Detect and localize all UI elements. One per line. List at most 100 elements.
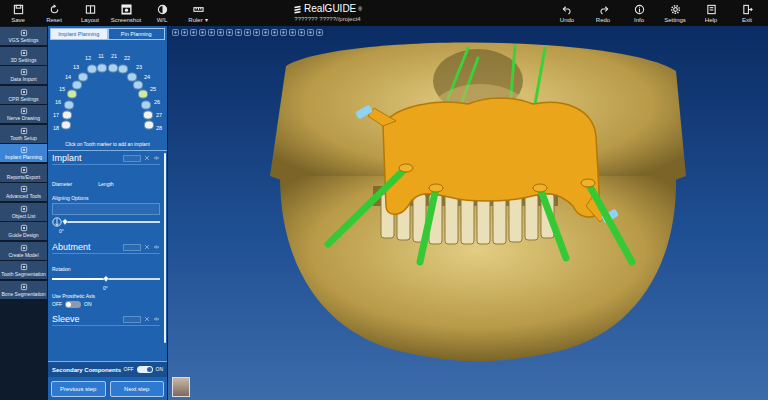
nav-item[interactable]: Reports/Export [0, 164, 47, 182]
view-tool-icon[interactable] [316, 29, 323, 36]
nav-item[interactable]: CPR Settings [0, 86, 47, 104]
tooth-number: 23 [136, 65, 142, 71]
tooth-marker[interactable] [62, 110, 72, 119]
aligning-button[interactable] [52, 203, 160, 215]
user-avatar-icon[interactable] [172, 377, 190, 397]
toggle-switch[interactable] [137, 366, 153, 373]
3d-viewport[interactable] [168, 26, 768, 400]
toolbar-button[interactable]: Undo [549, 0, 585, 26]
toolbar-button[interactable]: Layout [72, 0, 108, 26]
undo-icon [562, 4, 573, 15]
toolbar-button[interactable]: W/L [144, 0, 180, 26]
toolbar-label-row: Layout [81, 17, 99, 23]
disabled-button [123, 316, 141, 323]
tooth-marker[interactable] [67, 90, 77, 99]
view-tool-icon[interactable] [280, 29, 287, 36]
eye-icon[interactable] [153, 244, 160, 250]
view-tool-icon[interactable] [307, 29, 314, 36]
view-tool-icon[interactable] [181, 29, 188, 36]
toolbar-button[interactable]: Help [693, 0, 729, 26]
slider-track[interactable] [65, 221, 160, 223]
toolbar-button[interactable]: Exit [729, 0, 765, 26]
slider-knob-icon[interactable] [61, 217, 69, 227]
view-tool-icon[interactable] [226, 29, 233, 36]
nav-item[interactable]: Nerve Drawing [0, 105, 47, 123]
toolbar-button[interactable]: Settings [657, 0, 693, 26]
tooth-marker[interactable] [133, 80, 143, 89]
eye-icon[interactable] [153, 155, 160, 161]
nav-item[interactable]: Object List [0, 203, 47, 221]
view-tool-icon[interactable] [289, 29, 296, 36]
scrollbar-thumb[interactable] [164, 153, 166, 343]
toolbar-button[interactable]: Save [0, 0, 36, 26]
toolbar-label-row: Ruler▾ [188, 17, 207, 23]
tooth-marker[interactable] [64, 100, 74, 109]
close-icon[interactable] [144, 155, 150, 161]
nav-item[interactable]: Data Import [0, 66, 47, 84]
nav-item[interactable]: Create Model [0, 242, 47, 260]
nav-item[interactable]: VGS Settings [0, 27, 47, 45]
slider-track[interactable] [52, 278, 160, 280]
toolbar-button[interactable]: Screenshot [108, 0, 144, 26]
tooth-number: 18 [53, 126, 59, 132]
view-tool-icon[interactable] [217, 29, 224, 36]
view-tool-icon[interactable] [190, 29, 197, 36]
nav-item[interactable]: Advanced Tools [0, 183, 47, 201]
toolbar-button[interactable]: Redo [585, 0, 621, 26]
tooth-marker[interactable] [61, 121, 71, 130]
nav-item[interactable]: Implant Planning [0, 144, 47, 162]
nav-label: Tooth Setup [10, 136, 37, 141]
close-icon[interactable] [144, 244, 150, 250]
view-tool-icon[interactable] [244, 29, 251, 36]
tool-icon [20, 185, 28, 193]
toggle-switch[interactable] [65, 301, 81, 308]
nav-item[interactable]: Guide Design [0, 222, 47, 240]
toolbar-label: Redo [596, 17, 610, 23]
slider-reading-row: 0° [52, 286, 160, 293]
tooth-marker[interactable] [108, 63, 118, 72]
panel-tab[interactable]: Implant Planning [50, 28, 108, 40]
nav-label: Guide Design [8, 233, 38, 238]
tooth-marker[interactable] [118, 65, 128, 74]
tooth-number: 11 [98, 54, 104, 60]
slider-knob-icon[interactable] [102, 274, 110, 284]
view-tool-icon[interactable] [208, 29, 215, 36]
scrollbar[interactable] [163, 151, 167, 361]
section-buttons [123, 244, 160, 251]
project-title: ??????? ?????//project4 [294, 16, 360, 22]
nav-item[interactable]: Tooth Setup [0, 125, 47, 143]
view-tool-icon[interactable] [298, 29, 305, 36]
nav-item[interactable]: 3D Settings [0, 47, 47, 65]
view-tool-icon[interactable] [262, 29, 269, 36]
nav-label: Nerve Drawing [7, 116, 40, 121]
next-step-button[interactable]: Next step [110, 381, 165, 397]
toolbar-button[interactable]: Info [621, 0, 657, 26]
toolbar-button[interactable]: Ruler▾ [180, 0, 216, 26]
tooth-marker[interactable] [87, 65, 97, 74]
close-icon[interactable] [144, 316, 150, 322]
tooth-marker[interactable] [138, 90, 148, 99]
panel-tab[interactable]: Pin Planning [108, 28, 166, 40]
toolbar-label: Info [634, 17, 644, 23]
tooth-marker[interactable] [144, 121, 154, 130]
tooth-marker[interactable] [72, 80, 82, 89]
nav-item[interactable]: Bone Segmentation [0, 281, 47, 299]
view-tool-icon[interactable] [253, 29, 260, 36]
dropdown-arrow[interactable]: ▾ [205, 17, 208, 23]
tool-icon [20, 88, 28, 96]
previous-step-button[interactable]: Previous step [51, 381, 106, 397]
view-tool-icon[interactable] [271, 29, 278, 36]
view-tool-icon[interactable] [172, 29, 179, 36]
nav-label: Implant Planning [5, 155, 42, 160]
tooth-marker[interactable] [143, 110, 153, 119]
view-tool-icon[interactable] [199, 29, 206, 36]
toolbar-label: Screenshot [111, 17, 141, 23]
eye-icon[interactable] [153, 316, 160, 322]
tooth-marker[interactable] [141, 100, 151, 109]
view-tool-icon[interactable] [235, 29, 242, 36]
tooth-marker[interactable] [97, 63, 107, 72]
nav-item[interactable]: Tooth Segmentation [0, 261, 47, 279]
toolbar-button[interactable]: Reset [36, 0, 72, 26]
skull-render-icon[interactable] [168, 26, 768, 400]
tooth-chart[interactable]: 11121314151617182122232425262728Click on… [48, 40, 167, 150]
